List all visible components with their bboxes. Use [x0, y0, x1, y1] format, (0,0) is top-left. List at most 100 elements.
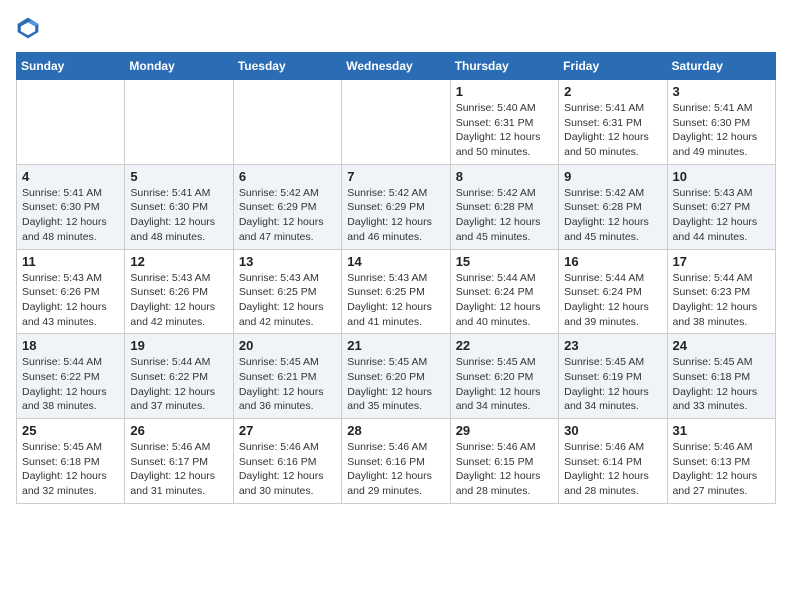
day-info: Sunrise: 5:45 AM Sunset: 6:18 PM Dayligh…	[22, 440, 119, 499]
calendar-cell: 10 Sunrise: 5:43 AM Sunset: 6:27 PM Dayli…	[667, 164, 775, 249]
day-info: Sunrise: 5:46 AM Sunset: 6:16 PM Dayligh…	[239, 440, 336, 499]
day-number: 6	[239, 169, 336, 184]
day-info: Sunrise: 5:46 AM Sunset: 6:15 PM Dayligh…	[456, 440, 553, 499]
calendar-cell: 12 Sunrise: 5:43 AM Sunset: 6:26 PM Dayli…	[125, 249, 233, 334]
day-number: 5	[130, 169, 227, 184]
day-number: 21	[347, 338, 444, 353]
weekday-header-thursday: Thursday	[450, 53, 558, 80]
day-number: 19	[130, 338, 227, 353]
day-number: 20	[239, 338, 336, 353]
day-number: 26	[130, 423, 227, 438]
day-info: Sunrise: 5:44 AM Sunset: 6:22 PM Dayligh…	[130, 355, 227, 414]
day-info: Sunrise: 5:40 AM Sunset: 6:31 PM Dayligh…	[456, 101, 553, 160]
calendar-cell: 19 Sunrise: 5:44 AM Sunset: 6:22 PM Dayli…	[125, 334, 233, 419]
calendar-cell: 2 Sunrise: 5:41 AM Sunset: 6:31 PM Daylig…	[559, 80, 667, 165]
day-info: Sunrise: 5:41 AM Sunset: 6:30 PM Dayligh…	[130, 186, 227, 245]
day-number: 2	[564, 84, 661, 99]
calendar-cell: 14 Sunrise: 5:43 AM Sunset: 6:25 PM Dayli…	[342, 249, 450, 334]
calendar-cell	[125, 80, 233, 165]
calendar-cell: 18Sunrise: 5:44 AM Sunset: 6:22 PM Dayli…	[17, 334, 125, 419]
weekday-header-monday: Monday	[125, 53, 233, 80]
day-number: 13	[239, 254, 336, 269]
logo-icon	[16, 16, 40, 40]
calendar-week-4: 18 Sunrise: 5:44 AM Sunset: 6:22 PM Dayli…	[17, 334, 776, 419]
calendar-cell: 29 Sunrise: 5:46 AM Sunset: 6:15 PM Dayli…	[450, 419, 558, 504]
calendar-cell: 15 Sunrise: 5:44 AM Sunset: 6:24 PM Dayli…	[450, 249, 558, 334]
weekday-header-tuesday: Tuesday	[233, 53, 341, 80]
calendar-cell: 9 Sunrise: 5:42 AM Sunset: 6:28 PM Daylig…	[559, 164, 667, 249]
day-number: 10	[673, 169, 770, 184]
day-info: Sunrise: 5:45 AM Sunset: 6:21 PM Dayligh…	[239, 355, 336, 414]
day-info: Sunrise: 5:42 AM Sunset: 6:28 PM Dayligh…	[456, 186, 553, 245]
weekday-header-sunday: Sunday	[17, 53, 125, 80]
calendar-cell: 3Sunrise: 5:41 AM Sunset: 6:30 PM Daylig…	[667, 80, 775, 165]
day-number: 16	[564, 254, 661, 269]
day-info: Sunrise: 5:44 AM Sunset: 6:23 PM Dayligh…	[673, 271, 770, 330]
calendar-cell: 31 Sunrise: 5:46 AM Sunset: 6:13 PM Dayli…	[667, 419, 775, 504]
calendar-week-1: 1 Sunrise: 5:40 AM Sunset: 6:31 PM Daylig…	[17, 80, 776, 165]
day-info: Sunrise: 5:45 AM Sunset: 6:18 PM Dayligh…	[673, 355, 770, 414]
calendar-table: SundayMondayTuesdayWednesdayThursdayFrid…	[16, 52, 776, 504]
day-number: 27	[239, 423, 336, 438]
calendar-cell	[17, 80, 125, 165]
calendar-cell: 11Sunrise: 5:43 AM Sunset: 6:26 PM Dayli…	[17, 249, 125, 334]
calendar-cell: 22Sunrise: 5:45 AM Sunset: 6:20 PM Dayli…	[450, 334, 558, 419]
calendar-cell: 17 Sunrise: 5:44 AM Sunset: 6:23 PM Dayli…	[667, 249, 775, 334]
calendar-cell	[233, 80, 341, 165]
calendar-cell: 25 Sunrise: 5:45 AM Sunset: 6:18 PM Dayli…	[17, 419, 125, 504]
day-info: Sunrise: 5:43 AM Sunset: 6:26 PM Dayligh…	[22, 271, 119, 330]
day-info: Sunrise: 5:45 AM Sunset: 6:20 PM Dayligh…	[456, 355, 553, 414]
day-info: Sunrise: 5:46 AM Sunset: 6:14 PM Dayligh…	[564, 440, 661, 499]
day-info: Sunrise: 5:42 AM Sunset: 6:29 PM Dayligh…	[239, 186, 336, 245]
calendar-cell: 8 Sunrise: 5:42 AM Sunset: 6:28 PM Daylig…	[450, 164, 558, 249]
day-info: Sunrise: 5:43 AM Sunset: 6:26 PM Dayligh…	[130, 271, 227, 330]
calendar-cell: 24 Sunrise: 5:45 AM Sunset: 6:18 PM Dayli…	[667, 334, 775, 419]
day-number: 12	[130, 254, 227, 269]
day-number: 8	[456, 169, 553, 184]
calendar-week-5: 25 Sunrise: 5:45 AM Sunset: 6:18 PM Dayli…	[17, 419, 776, 504]
day-info: Sunrise: 5:46 AM Sunset: 6:17 PM Dayligh…	[130, 440, 227, 499]
day-number: 3	[673, 84, 770, 99]
day-number: 1	[456, 84, 553, 99]
day-info: Sunrise: 5:46 AM Sunset: 6:13 PM Dayligh…	[673, 440, 770, 499]
calendar-cell: 13 Sunrise: 5:43 AM Sunset: 6:25 PM Dayli…	[233, 249, 341, 334]
day-number: 18	[22, 338, 119, 353]
day-number: 14	[347, 254, 444, 269]
calendar-cell: 5 Sunrise: 5:41 AM Sunset: 6:30 PM Daylig…	[125, 164, 233, 249]
logo	[16, 16, 44, 40]
calendar-cell: 21 Sunrise: 5:45 AM Sunset: 6:20 PM Dayli…	[342, 334, 450, 419]
day-info: Sunrise: 5:43 AM Sunset: 6:25 PM Dayligh…	[347, 271, 444, 330]
day-number: 9	[564, 169, 661, 184]
weekday-header-saturday: Saturday	[667, 53, 775, 80]
day-info: Sunrise: 5:44 AM Sunset: 6:24 PM Dayligh…	[456, 271, 553, 330]
day-info: Sunrise: 5:45 AM Sunset: 6:20 PM Dayligh…	[347, 355, 444, 414]
weekday-header-friday: Friday	[559, 53, 667, 80]
day-number: 4	[22, 169, 119, 184]
day-number: 25	[22, 423, 119, 438]
day-info: Sunrise: 5:43 AM Sunset: 6:25 PM Dayligh…	[239, 271, 336, 330]
day-info: Sunrise: 5:42 AM Sunset: 6:29 PM Dayligh…	[347, 186, 444, 245]
calendar-cell: 7Sunrise: 5:42 AM Sunset: 6:29 PM Daylig…	[342, 164, 450, 249]
day-info: Sunrise: 5:44 AM Sunset: 6:24 PM Dayligh…	[564, 271, 661, 330]
day-number: 29	[456, 423, 553, 438]
calendar-cell: 27 Sunrise: 5:46 AM Sunset: 6:16 PM Dayli…	[233, 419, 341, 504]
weekday-header-row: SundayMondayTuesdayWednesdayThursdayFrid…	[17, 53, 776, 80]
day-info: Sunrise: 5:43 AM Sunset: 6:27 PM Dayligh…	[673, 186, 770, 245]
calendar-cell: 20 Sunrise: 5:45 AM Sunset: 6:21 PM Dayli…	[233, 334, 341, 419]
day-info: Sunrise: 5:42 AM Sunset: 6:28 PM Dayligh…	[564, 186, 661, 245]
calendar-week-3: 11Sunrise: 5:43 AM Sunset: 6:26 PM Dayli…	[17, 249, 776, 334]
header	[16, 16, 776, 40]
calendar-week-2: 4 Sunrise: 5:41 AM Sunset: 6:30 PM Daylig…	[17, 164, 776, 249]
day-info: Sunrise: 5:46 AM Sunset: 6:16 PM Dayligh…	[347, 440, 444, 499]
day-number: 23	[564, 338, 661, 353]
day-number: 31	[673, 423, 770, 438]
day-info: Sunrise: 5:41 AM Sunset: 6:31 PM Dayligh…	[564, 101, 661, 160]
day-number: 15	[456, 254, 553, 269]
calendar-cell	[342, 80, 450, 165]
day-number: 28	[347, 423, 444, 438]
day-number: 24	[673, 338, 770, 353]
calendar-cell: 28 Sunrise: 5:46 AM Sunset: 6:16 PM Dayli…	[342, 419, 450, 504]
calendar-cell: 26 Sunrise: 5:46 AM Sunset: 6:17 PM Dayli…	[125, 419, 233, 504]
weekday-header-wednesday: Wednesday	[342, 53, 450, 80]
day-number: 17	[673, 254, 770, 269]
